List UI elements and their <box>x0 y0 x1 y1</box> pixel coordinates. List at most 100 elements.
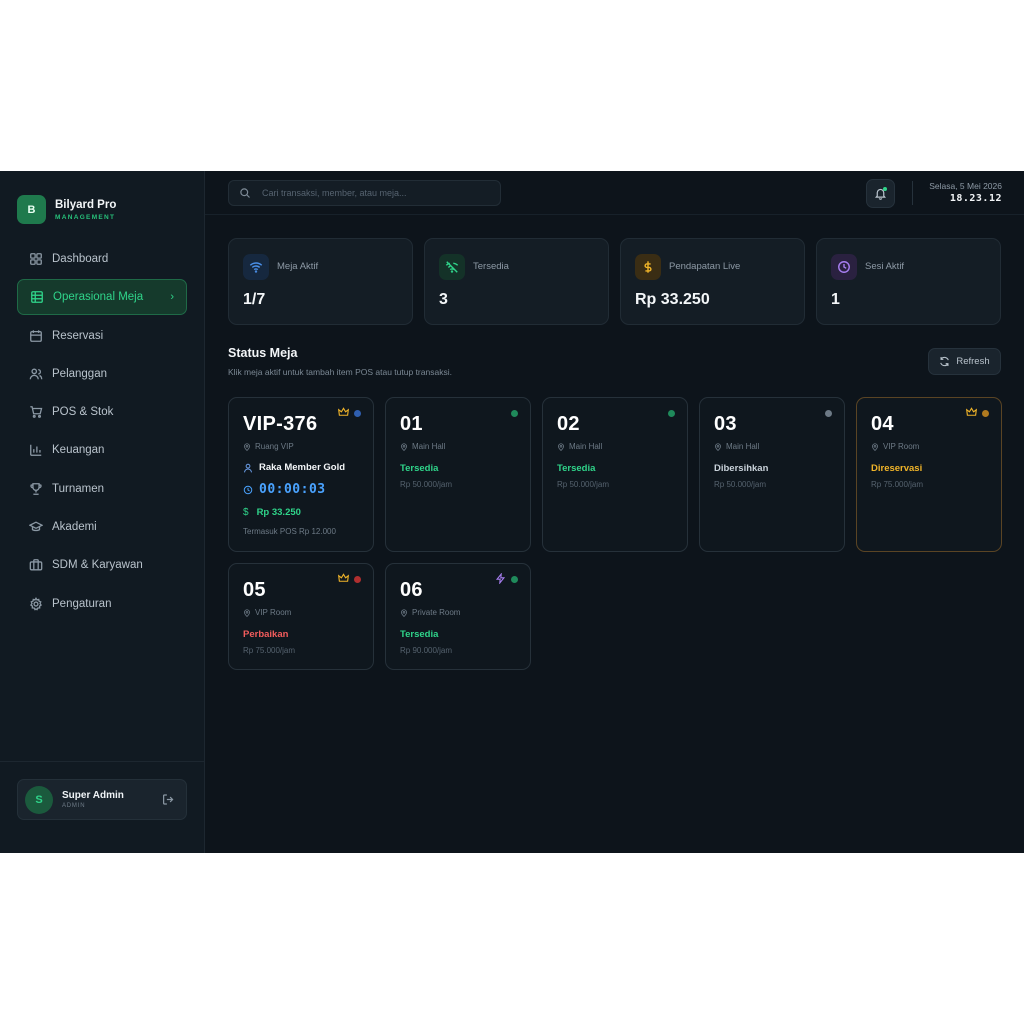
table-number: 02 <box>557 413 580 435</box>
table-card-02[interactable]: 02 Main Hall Tersedia Rp 50.000/jam <box>542 397 688 552</box>
stat-card-meja-aktif: Meja Aktif 1/7 <box>228 238 413 325</box>
grid-icon <box>30 253 42 265</box>
table-location: Private Room <box>400 608 460 617</box>
datetime: Selasa, 5 Mei 2026 18.23.12 <box>929 181 1002 204</box>
stat-label: Tersedia <box>473 261 509 272</box>
refresh-icon <box>940 356 950 367</box>
table-rate: Rp 50.000/jam <box>557 480 610 489</box>
notification-button[interactable] <box>866 179 895 208</box>
table-amount-value: Rp 33.250 <box>256 507 301 518</box>
sidebar-nav: Dashboard Operasional Meja › Reservasi P… <box>17 241 187 624</box>
table-location-label: VIP Room <box>255 608 292 617</box>
status-dot <box>354 576 361 583</box>
crown-icon <box>966 407 977 416</box>
table-location-label: Ruang VIP <box>255 442 294 451</box>
refresh-label: Refresh <box>956 356 990 367</box>
topbar: Selasa, 5 Mei 2026 18.23.12 <box>205 171 1024 215</box>
refresh-button[interactable]: Refresh <box>928 348 1001 375</box>
section-title: Status Meja <box>228 346 298 360</box>
lightning-icon <box>495 573 506 584</box>
bar-chart-icon <box>30 445 42 457</box>
table-card-01[interactable]: 01 Main Hall Tersedia Rp 50.000/jam <box>385 397 531 552</box>
brand[interactable]: B Bilyard Pro MANAGEMENT <box>0 171 204 231</box>
location-pin-icon <box>401 442 407 451</box>
graduation-cap-icon <box>29 521 43 532</box>
sidebar-item-akademi[interactable]: Akademi <box>17 509 187 545</box>
table-location: Main Hall <box>557 442 602 451</box>
search-icon <box>240 188 250 198</box>
sidebar-item-dashboard[interactable]: Dashboard <box>17 241 187 277</box>
table-number: VIP-376 <box>243 413 318 435</box>
sidebar-item-label: Turnamen <box>52 482 104 495</box>
sidebar-item-reservasi[interactable]: Reservasi <box>17 318 187 354</box>
wifi-icon <box>249 262 263 273</box>
table-member: Raka Member Gold <box>243 462 345 473</box>
table-rate: Rp 50.000/jam <box>714 480 767 489</box>
sidebar-item-turnamen[interactable]: Turnamen <box>17 471 187 507</box>
stat-value: 3 <box>439 291 448 308</box>
sidebar-item-pos-stok[interactable]: POS & Stok <box>17 394 187 430</box>
table-card-04[interactable]: 04 VIP Room Direservasi Rp 75.000/jam <box>856 397 1002 552</box>
table-location-label: VIP Room <box>883 442 920 451</box>
table-location: VIP Room <box>243 608 291 617</box>
app-window: B Bilyard Pro MANAGEMENT Dashboard Opera… <box>0 171 1024 853</box>
table-location-label: Main Hall <box>412 442 446 451</box>
table-location-label: Main Hall <box>726 442 760 451</box>
table-location: Main Hall <box>400 442 445 451</box>
table-location: VIP Room <box>871 442 919 451</box>
dollar-icon: $ <box>243 507 249 518</box>
table-card-03[interactable]: 03 Main Hall Dibersihkan Rp 50.000/jam <box>699 397 845 552</box>
briefcase-icon <box>29 559 43 571</box>
logout-icon[interactable] <box>162 793 175 806</box>
wifi-off-icon <box>445 261 459 273</box>
crown-icon <box>338 573 349 582</box>
table-status: Tersedia <box>400 463 439 474</box>
table-timer: 00:00:03 <box>243 482 326 497</box>
sidebar-item-pelanggan[interactable]: Pelanggan <box>17 356 187 392</box>
status-dot <box>982 410 989 417</box>
sidebar: B Bilyard Pro MANAGEMENT Dashboard Opera… <box>0 171 205 853</box>
dollar-icon <box>644 261 652 273</box>
calendar-icon <box>30 329 42 342</box>
table-timer-value: 00:00:03 <box>259 482 326 497</box>
table-card-05[interactable]: 05 VIP Room Perbaikan Rp 75.000/jam <box>228 563 374 670</box>
table-number: 01 <box>400 413 423 435</box>
brand-logo: B <box>17 195 46 224</box>
stat-card-sesi-aktif: Sesi Aktif 1 <box>816 238 1001 325</box>
sidebar-item-label: Keuangan <box>52 444 105 457</box>
gear-icon <box>30 596 42 611</box>
stat-label: Meja Aktif <box>277 261 319 272</box>
table-status: Direservasi <box>871 463 923 474</box>
table-rate: Rp 75.000/jam <box>243 646 296 655</box>
user-name: Super Admin <box>62 790 124 801</box>
stat-card-pendapatan-live: Pendapatan Live Rp 33.250 <box>620 238 805 325</box>
avatar: S <box>25 785 53 814</box>
sidebar-item-keuangan[interactable]: Keuangan <box>17 432 187 468</box>
status-dot <box>511 576 518 583</box>
location-pin-icon <box>715 442 721 451</box>
chevron-right-icon: › <box>170 291 174 304</box>
clock-icon <box>243 485 253 494</box>
status-dot <box>825 410 832 417</box>
sidebar-item-pengaturan[interactable]: Pengaturan <box>17 586 187 622</box>
location-pin-icon <box>558 442 564 451</box>
sidebar-item-sdm-karyawan[interactable]: SDM & Karyawan <box>17 547 187 583</box>
trophy-icon <box>30 482 42 495</box>
brand-subtitle: MANAGEMENT <box>55 213 116 221</box>
user-card[interactable]: S Super Admin ADMIN <box>17 779 187 820</box>
section-subtitle: Klik meja aktif untuk tambah item POS at… <box>228 367 452 377</box>
status-dot <box>668 410 675 417</box>
sidebar-item-operasional-meja[interactable]: Operasional Meja › <box>17 279 187 316</box>
sidebar-footer: S Super Admin ADMIN <box>0 761 204 853</box>
status-dot <box>511 410 518 417</box>
table-number: 05 <box>243 579 266 601</box>
sidebar-item-label: SDM & Karyawan <box>52 559 143 572</box>
search-input[interactable] <box>262 188 482 198</box>
table-card-06[interactable]: 06 Private Room Tersedia Rp 90.000/jam <box>385 563 531 670</box>
users-icon <box>29 368 43 380</box>
topbar-divider <box>912 181 913 205</box>
table-card-vip-376[interactable]: VIP-376 Ruang VIP Raka Member Gold 00:00… <box>228 397 374 552</box>
search-box[interactable] <box>228 180 501 206</box>
table-rate: Rp 75.000/jam <box>871 480 924 489</box>
stat-label: Sesi Aktif <box>865 261 905 272</box>
